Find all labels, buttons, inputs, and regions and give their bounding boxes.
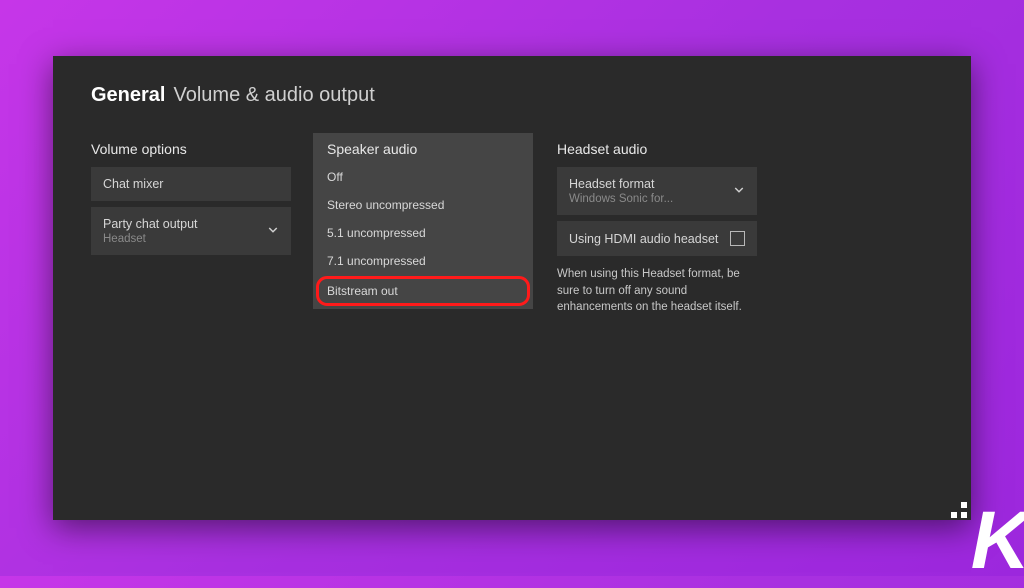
settings-panel: General Volume & audio output Volume opt…: [53, 56, 971, 520]
speaker-option-71[interactable]: 7.1 uncompressed: [313, 247, 533, 275]
headset-format-value: Windows Sonic for...: [569, 193, 673, 205]
speaker-option-bitstream-out[interactable]: Bitstream out: [317, 277, 529, 305]
volume-options-column: Volume options Chat mixer Party chat out…: [91, 141, 291, 316]
columns-container: Volume options Chat mixer Party chat out…: [91, 141, 933, 316]
breadcrumb-category: General: [91, 84, 165, 107]
chevron-down-icon: [733, 184, 745, 199]
headset-audio-title: Headset audio: [557, 141, 757, 157]
headset-format-note: When using this Headset format, be sure …: [557, 266, 747, 316]
checkbox-icon: [730, 231, 745, 246]
headset-audio-column: Headset audio Headset format Windows Son…: [557, 141, 757, 316]
speaker-audio-title: Speaker audio: [313, 137, 533, 163]
headset-format-select[interactable]: Headset format Windows Sonic for...: [557, 167, 757, 215]
speaker-option-stereo[interactable]: Stereo uncompressed: [313, 191, 533, 219]
speaker-option-51[interactable]: 5.1 uncompressed: [313, 219, 533, 247]
headset-format-label: Headset format: [569, 177, 654, 191]
brand-logo: K: [971, 494, 1024, 588]
party-chat-output-value: Headset: [103, 233, 146, 245]
chat-mixer-label: Chat mixer: [103, 177, 163, 191]
brand-dots-icon: [951, 502, 967, 518]
hdmi-audio-headset-label: Using HDMI audio headset: [569, 232, 718, 246]
party-chat-output-select[interactable]: Party chat output Headset: [91, 207, 291, 255]
hdmi-audio-headset-toggle[interactable]: Using HDMI audio headset: [557, 221, 757, 256]
party-chat-output-label: Party chat output: [103, 217, 198, 231]
speaker-audio-column: Speaker audio Off Stereo uncompressed 5.…: [319, 141, 529, 316]
page-title: Volume & audio output: [173, 84, 374, 107]
page-header: General Volume & audio output: [91, 84, 933, 107]
speaker-audio-dropdown[interactable]: Speaker audio Off Stereo uncompressed 5.…: [313, 133, 533, 309]
chevron-down-icon: [267, 224, 279, 239]
speaker-option-off[interactable]: Off: [313, 163, 533, 191]
chat-mixer-button[interactable]: Chat mixer: [91, 167, 291, 201]
volume-options-title: Volume options: [91, 141, 291, 157]
